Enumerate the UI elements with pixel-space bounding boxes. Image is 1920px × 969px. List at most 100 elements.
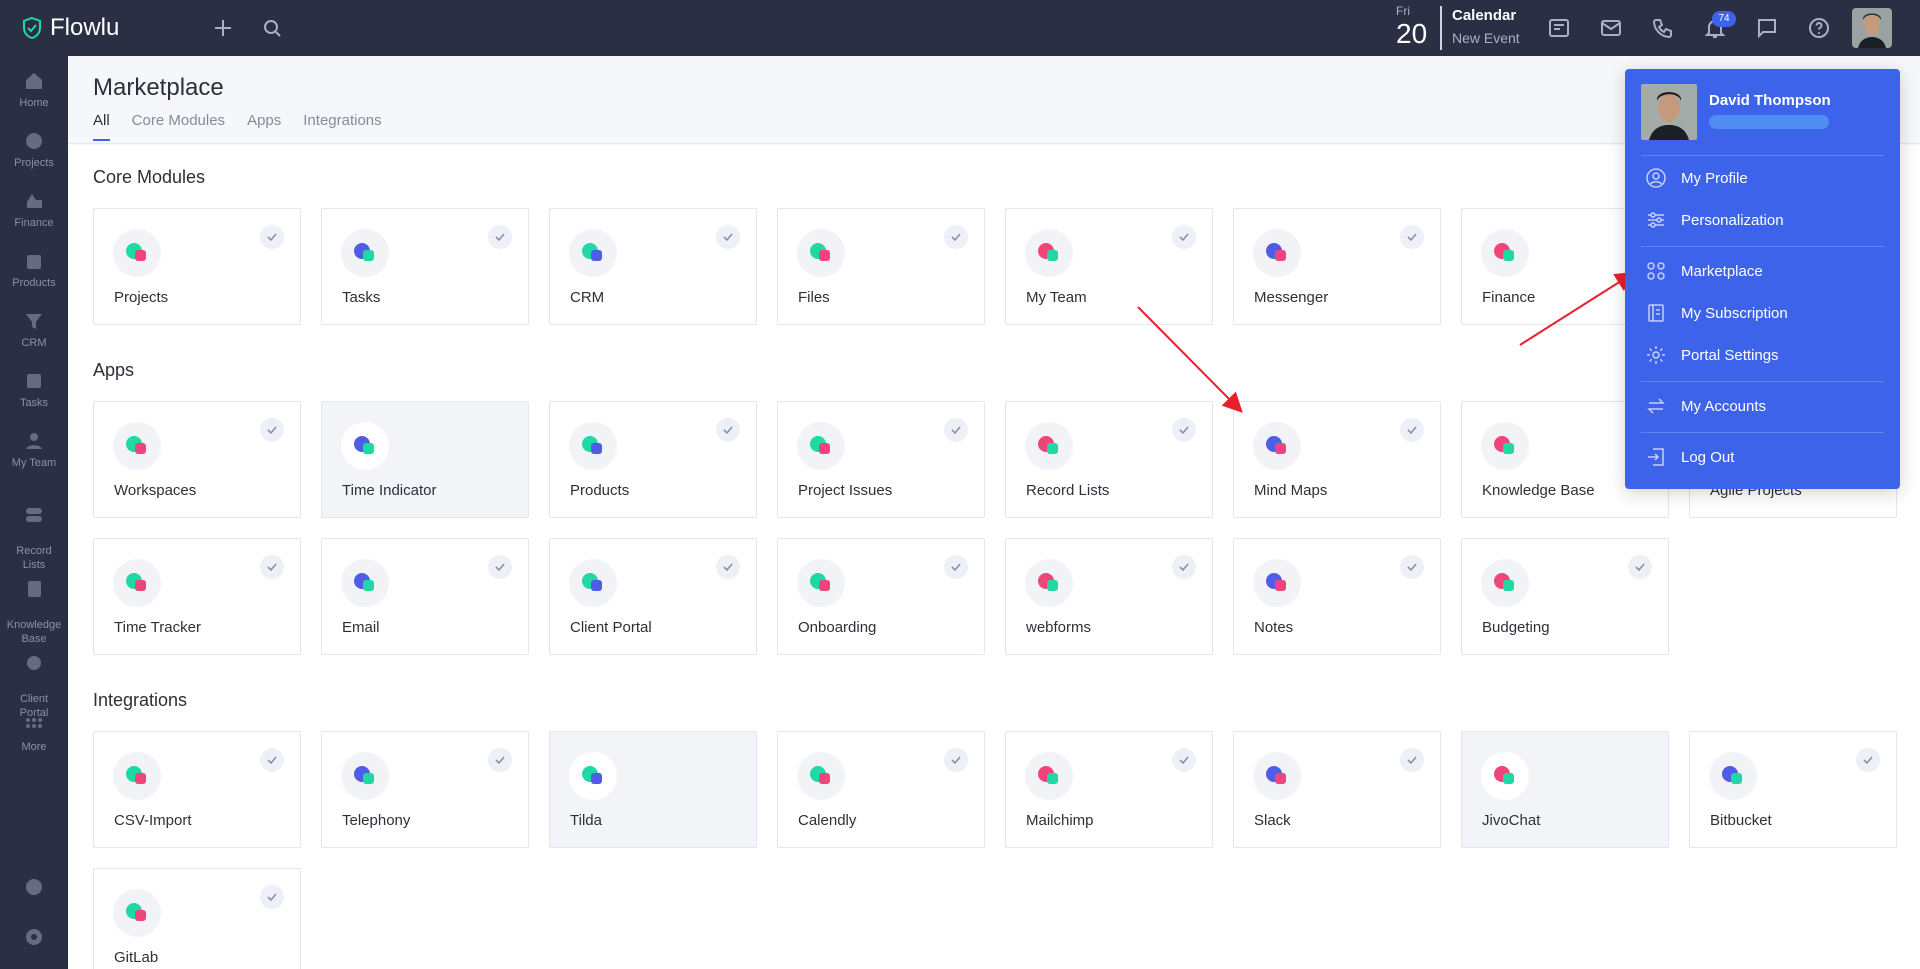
calendly-icon xyxy=(797,752,845,800)
card-products[interactable]: Products xyxy=(549,401,757,518)
card-tasks[interactable]: Tasks xyxy=(321,208,529,325)
installed-check-icon xyxy=(944,555,968,579)
crm-icon xyxy=(569,229,617,277)
sidebar-item-finance[interactable]: Finance xyxy=(0,190,68,230)
section-title-core-modules: Core Modules xyxy=(93,167,206,187)
sidebar-item-products[interactable]: Products xyxy=(0,250,68,290)
card-workspaces[interactable]: Workspaces xyxy=(93,401,301,518)
tasks-icon xyxy=(341,229,389,277)
new-event-link[interactable]: New Event xyxy=(1452,30,1520,46)
calendar-date[interactable]: Fri 20 xyxy=(1392,4,1442,52)
sidebar-item-crm[interactable]: CRM xyxy=(0,310,68,350)
card-csv-import[interactable]: CSV-Import xyxy=(93,731,301,848)
section-title-integrations: Integrations xyxy=(93,690,188,710)
card-onboarding[interactable]: Onboarding xyxy=(777,538,985,655)
help-icon[interactable] xyxy=(1807,16,1831,40)
menu-item-portal-settings[interactable]: Portal Settings xyxy=(1645,340,1885,370)
tasks-icon xyxy=(27,374,41,388)
notes-icon[interactable] xyxy=(1547,16,1571,40)
settings-icon[interactable] xyxy=(23,926,45,948)
card-label: Record Lists xyxy=(1026,482,1110,499)
dropdown-divider xyxy=(1641,432,1884,433)
tab-integrations[interactable]: Integrations xyxy=(303,112,381,141)
card-jivochat[interactable]: JivoChat xyxy=(1461,731,1669,848)
card-telephony[interactable]: Telephony xyxy=(321,731,529,848)
sidebar-label: Finance xyxy=(14,217,54,229)
webforms-icon xyxy=(1025,559,1073,607)
card-gitlab[interactable]: GitLab xyxy=(93,868,301,969)
app-logo[interactable]: Flowlu xyxy=(20,14,119,42)
sliders-icon xyxy=(1648,212,1664,228)
gear-icon xyxy=(1647,346,1665,364)
card-client-portal[interactable]: Client Portal xyxy=(549,538,757,655)
card-mind-maps[interactable]: Mind Maps xyxy=(1233,401,1441,518)
crm-icon xyxy=(26,314,42,329)
sidebar-item-record-lists[interactable]: Record Lists xyxy=(0,490,68,572)
add-icon[interactable] xyxy=(211,16,235,40)
card-budgeting[interactable]: Budgeting xyxy=(1461,538,1669,655)
dropdown-user-name[interactable]: David Thompson xyxy=(1709,92,1831,109)
card-record-lists[interactable]: Record Lists xyxy=(1005,401,1213,518)
sidebar-item-home[interactable]: Home xyxy=(0,70,68,110)
workspaces-icon xyxy=(113,422,161,470)
sidebar-item-knowledge-base[interactable]: Knowledge Base xyxy=(0,564,68,646)
dropdown-divider xyxy=(1641,155,1884,156)
search-icon[interactable] xyxy=(260,16,284,40)
grid-icon xyxy=(1647,262,1665,280)
phone-icon[interactable] xyxy=(1651,16,1675,40)
menu-item-my-accounts[interactable]: My Accounts xyxy=(1645,391,1885,421)
tab-core-modules[interactable]: Core Modules xyxy=(132,112,225,141)
sidebar-item-my-team[interactable]: My Team xyxy=(0,430,68,470)
installed-check-icon xyxy=(260,225,284,249)
menu-item-my-subscription[interactable]: My Subscription xyxy=(1645,298,1885,328)
card-files[interactable]: Files xyxy=(777,208,985,325)
sidebar-item-client-portal[interactable]: Client Portal xyxy=(0,638,68,720)
tab-all[interactable]: All xyxy=(93,112,110,141)
installed-check-icon xyxy=(260,885,284,909)
menu-item-marketplace[interactable]: Marketplace xyxy=(1645,256,1885,286)
card-bitbucket[interactable]: Bitbucket xyxy=(1689,731,1897,848)
app-name: Flowlu xyxy=(50,14,120,41)
card-label: Messenger xyxy=(1254,289,1329,306)
menu-item-log-out[interactable]: Log Out xyxy=(1645,442,1885,472)
card-time-indicator[interactable]: Time Indicator xyxy=(321,401,529,518)
section-title-apps: Apps xyxy=(93,360,135,380)
card-label: Calendly xyxy=(798,812,857,829)
menu-item-my-profile[interactable]: My Profile xyxy=(1645,163,1885,193)
home-icon xyxy=(26,73,42,89)
sidebar-item-tasks[interactable]: Tasks xyxy=(0,370,68,410)
card-crm[interactable]: CRM xyxy=(549,208,757,325)
card-calendly[interactable]: Calendly xyxy=(777,731,985,848)
mail-icon[interactable] xyxy=(1599,16,1623,40)
messenger-icon xyxy=(1253,229,1301,277)
sidebar-item-more[interactable]: More xyxy=(0,714,68,754)
installed-check-icon xyxy=(716,225,740,249)
card-projects[interactable]: Projects xyxy=(93,208,301,325)
card-slack[interactable]: Slack xyxy=(1233,731,1441,848)
chat-icon[interactable] xyxy=(1755,16,1779,40)
user-avatar[interactable] xyxy=(1852,8,1892,48)
tab-apps[interactable]: Apps xyxy=(247,112,281,141)
sidebar-label: Tasks xyxy=(19,397,49,409)
sidebar-label: Home xyxy=(19,97,49,109)
card-project-issues[interactable]: Project Issues xyxy=(777,401,985,518)
calendar-title[interactable]: Calendar xyxy=(1452,7,1516,24)
installed-check-icon xyxy=(716,418,740,442)
installed-check-icon xyxy=(1628,555,1652,579)
top-bar: Flowlu Fri 20 Calendar New Event 74 xyxy=(0,0,1920,56)
card-webforms[interactable]: webforms xyxy=(1005,538,1213,655)
card-time-tracker[interactable]: Time Tracker xyxy=(93,538,301,655)
time-tracker-icon xyxy=(113,559,161,607)
card-notes[interactable]: Notes xyxy=(1233,538,1441,655)
support-icon[interactable] xyxy=(23,876,45,898)
card-email[interactable]: Email xyxy=(321,538,529,655)
card-messenger[interactable]: Messenger xyxy=(1233,208,1441,325)
record-lists-icon xyxy=(1025,422,1073,470)
menu-item-personalization[interactable]: Personalization xyxy=(1645,205,1885,235)
sidebar-item-projects[interactable]: Projects xyxy=(0,130,68,170)
card-tilda[interactable]: Tilda xyxy=(549,731,757,848)
card-my-team[interactable]: My Team xyxy=(1005,208,1213,325)
card-mailchimp[interactable]: Mailchimp xyxy=(1005,731,1213,848)
dropdown-avatar[interactable] xyxy=(1641,84,1697,140)
installed-check-icon xyxy=(1400,225,1424,249)
